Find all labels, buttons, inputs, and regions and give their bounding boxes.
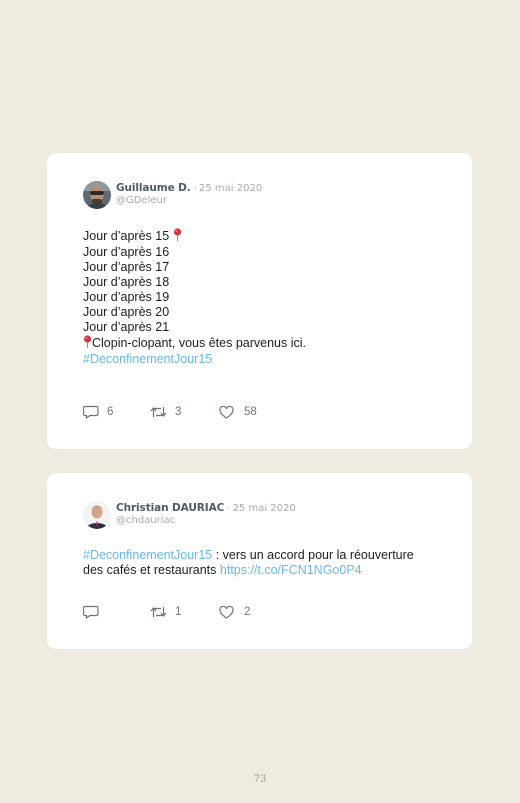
retweet-icon [150,607,167,617]
hashtag-link[interactable]: #DeconfinementJour15 [83,548,212,562]
heart-icon [219,605,234,619]
page-number: 73 [253,774,267,785]
text-line: Jour d’après 19 [83,290,170,304]
text-line: Jour d’après 16 [83,245,170,259]
tweet-actions: 1 2 [83,605,250,619]
tweet-card: Christian DAURIAC · 25 mai 2020 @chdauri… [47,473,472,649]
reply-count: 6 [107,406,114,418]
reply-icon [83,605,99,619]
tweet-link[interactable]: https://t.co/FCN1NGo0P4 [220,563,362,577]
heart-icon [219,405,234,419]
text-line: #DeconfinementJour15 : vers un accord po… [83,548,414,562]
tweet-header: Christian DAURIAC · 25 mai 2020 @chdauri… [83,501,296,529]
reply-button[interactable] [83,605,150,619]
reply-icon [83,405,99,419]
retweet-count: 1 [175,606,182,618]
separator: · [193,183,198,194]
like-button[interactable]: 2 [219,605,251,619]
like-button[interactable]: 58 [219,405,257,419]
retweet-count: 3 [175,406,182,418]
avatar[interactable] [83,181,111,209]
round-pushpin-icon [173,228,182,245]
like-count: 58 [244,406,257,418]
tweet-date[interactable]: 25 mai 2020 [233,503,296,514]
tweet-text: Jour d’après 15 Jour d’après 16 Jour d’a… [83,228,442,367]
hashtag-link[interactable]: #DeconfinementJour15 [83,352,442,367]
like-count: 2 [244,606,251,618]
retweet-button[interactable]: 3 [150,405,219,419]
text-line: Jour d’après 17 [83,260,170,274]
retweet-icon [150,407,167,417]
reply-button[interactable]: 6 [83,405,150,419]
text-line: Jour d’après 15 [83,228,442,245]
avatar[interactable] [83,501,111,529]
display-name[interactable]: Christian DAURIAC [116,502,224,514]
tweet-card: Guillaume D. · 25 mai 2020 @GDeleur Jour… [47,153,472,449]
tweet-text: #DeconfinementJour15 : vers un accord po… [83,548,452,578]
tweet-actions: 6 3 58 [83,405,257,419]
tweet-header: Guillaume D. · 25 mai 2020 @GDeleur [83,181,262,209]
text-line: Jour d’après 20 [83,305,170,319]
separator: · [227,503,231,514]
user-handle[interactable]: @chdauriac [116,515,296,526]
round-pushpin-icon [83,335,92,352]
retweet-button[interactable]: 1 [150,605,219,619]
text-line: Jour d’après 21 [83,320,170,334]
text-line: Jour d’après 18 [83,275,170,289]
text-line: Clopin-clopant, vous êtes parvenus ici. [83,335,442,352]
tweet-date[interactable]: 25 mai 2020 [199,183,262,194]
display-name[interactable]: Guillaume D. [116,182,191,194]
user-handle[interactable]: @GDeleur [116,195,262,206]
text-line: des cafés et restaurants https://t.co/FC… [83,563,362,577]
